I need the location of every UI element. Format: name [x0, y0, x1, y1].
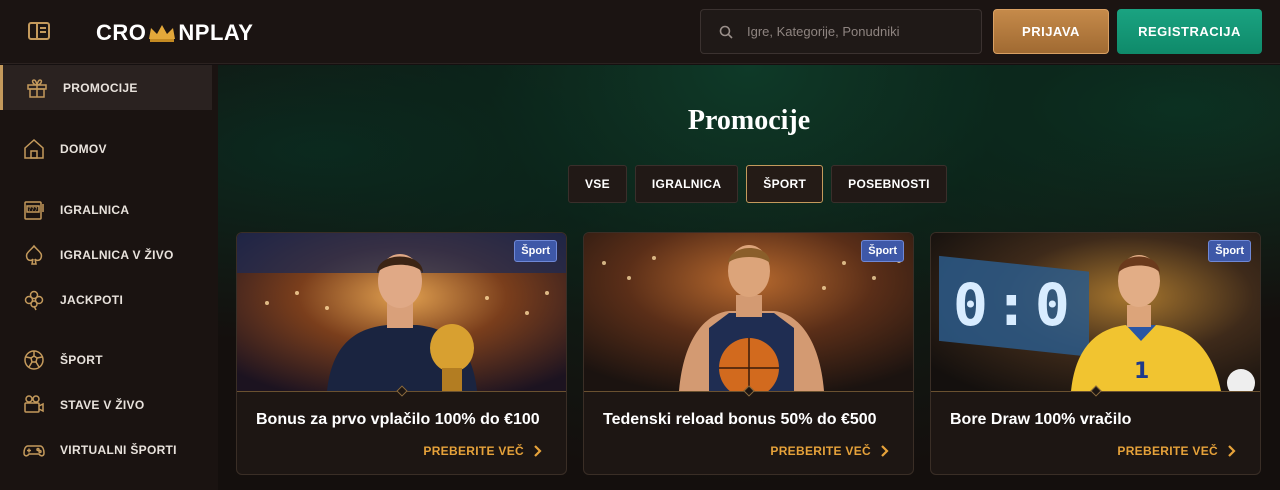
- page-title: Promocije: [687, 105, 811, 136]
- logo-text-left: CRO: [96, 20, 147, 45]
- gamepad-icon: [23, 444, 45, 457]
- chevron-right-icon: [881, 445, 889, 457]
- read-more-link[interactable]: PREBERITE VEČ: [423, 444, 542, 458]
- search-box[interactable]: [700, 9, 982, 54]
- sidebar-item-label: IGRALNICA: [60, 202, 130, 217]
- category-badge: Šport: [1208, 240, 1251, 262]
- promo-card[interactable]: Šport Bonus za prvo vplačilo 100% do €10…: [236, 232, 567, 475]
- promo-card-title: Bore Draw 100% vračilo: [950, 411, 1132, 428]
- logo-text-right: NPLAY: [178, 20, 254, 45]
- slot-machine-icon: 777: [24, 200, 44, 220]
- svg-text:777: 777: [28, 207, 38, 213]
- promo-card[interactable]: 0:0 1 Šport Bore Draw 100% vračilo PREBE…: [930, 232, 1261, 475]
- promo-cards: Šport Bonus za prvo vplačilo 100% do €10…: [236, 232, 1261, 475]
- home-icon: [24, 138, 44, 159]
- search-input[interactable]: [747, 24, 967, 39]
- live-camera-icon: [24, 394, 44, 413]
- chevron-right-icon: [534, 445, 542, 457]
- sidebar-item-label: ŠPORT: [60, 352, 103, 367]
- read-more-link[interactable]: PREBERITE VEČ: [1117, 444, 1236, 458]
- tab-specials[interactable]: POSEBNOSTI: [831, 165, 947, 203]
- sidebar-item-label: STAVE V ŽIVO: [60, 397, 145, 412]
- top-header: CRO NPLAY PRIJAVA REGISTRACIJA: [0, 0, 1280, 64]
- sidebar: PROMOCIJE DOMOV 777 IGRALNICA IGRALNICA …: [0, 65, 218, 490]
- login-button[interactable]: PRIJAVA: [993, 9, 1109, 54]
- crownplay-logo[interactable]: CRO NPLAY: [96, 20, 253, 46]
- sidebar-item-virtual-sports[interactable]: VIRTUALNI ŠPORTI: [0, 427, 212, 472]
- clover-icon: [24, 290, 44, 310]
- sidebar-item-label: IGRALNICA V ŽIVO: [60, 247, 174, 262]
- sidebar-item-sport[interactable]: ŠPORT: [0, 337, 212, 382]
- tab-sport[interactable]: ŠPORT: [746, 165, 824, 203]
- tab-casino[interactable]: IGRALNICA: [634, 165, 739, 203]
- sidebar-item-label: DOMOV: [60, 141, 107, 156]
- main-content: Promocije VSE IGRALNICA ŠPORT POSEBNOSTI: [218, 65, 1280, 490]
- read-more-label: PREBERITE VEČ: [770, 444, 871, 458]
- category-badge: Šport: [861, 240, 904, 262]
- search-icon: [719, 25, 733, 39]
- promo-category-tabs: VSE IGRALNICA ŠPORT POSEBNOSTI: [568, 165, 947, 203]
- promo-card-title: Tedenski reload bonus 50% do €500: [603, 411, 877, 428]
- category-badge: Šport: [514, 240, 557, 262]
- sidebar-toggle-icon[interactable]: [28, 22, 50, 40]
- promo-card-title: Bonus za prvo vplačilo 100% do €100: [256, 411, 540, 428]
- jersey-number: 1: [1134, 359, 1149, 384]
- promo-card[interactable]: Šport Tedenski reload bonus 50% do €500 …: [583, 232, 914, 475]
- spade-icon: [25, 244, 43, 265]
- read-more-label: PREBERITE VEČ: [423, 444, 524, 458]
- read-more-link[interactable]: PREBERITE VEČ: [770, 444, 889, 458]
- read-more-label: PREBERITE VEČ: [1117, 444, 1218, 458]
- soccer-ball-icon: [24, 349, 44, 370]
- register-button[interactable]: REGISTRACIJA: [1117, 9, 1262, 54]
- crown-icon: [149, 25, 176, 42]
- sidebar-item-label: JACKPOTI: [60, 292, 124, 307]
- chevron-right-icon: [1228, 445, 1236, 457]
- sidebar-item-casino[interactable]: 777 IGRALNICA: [0, 187, 212, 232]
- sidebar-item-label: PROMOCIJE: [63, 80, 138, 95]
- sidebar-item-jackpots[interactable]: JACKPOTI: [0, 277, 212, 322]
- sidebar-item-live-bets[interactable]: STAVE V ŽIVO: [0, 382, 212, 427]
- sidebar-item-promotions[interactable]: PROMOCIJE: [0, 65, 212, 110]
- scoreboard-text: 0:0: [953, 271, 1076, 339]
- tab-all[interactable]: VSE: [568, 165, 627, 203]
- sidebar-item-home[interactable]: DOMOV: [0, 126, 212, 171]
- gift-icon: [27, 78, 47, 98]
- sidebar-item-label: VIRTUALNI ŠPORTI: [60, 442, 177, 457]
- sidebar-item-live-casino[interactable]: IGRALNICA V ŽIVO: [0, 232, 212, 277]
